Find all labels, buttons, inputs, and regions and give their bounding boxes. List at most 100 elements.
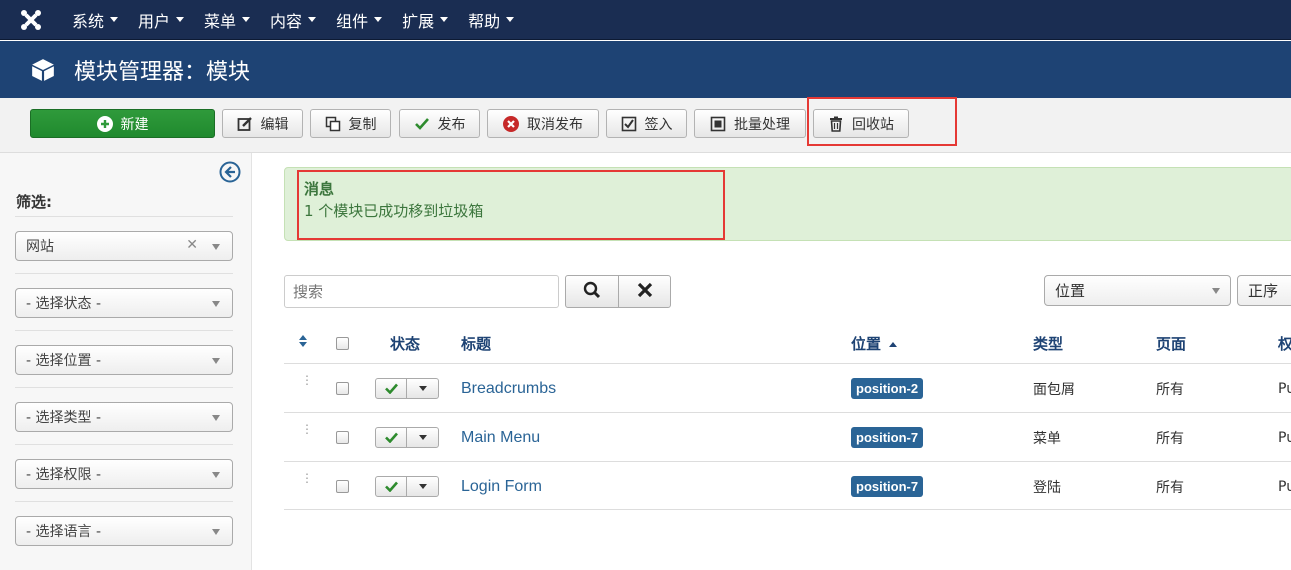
- column-header-pages[interactable]: 页面: [1156, 333, 1186, 354]
- caret-down-icon: [418, 435, 427, 440]
- nav-menu-content[interactable]: 内容: [260, 0, 326, 40]
- edit-icon: [237, 116, 253, 132]
- filter-state-value: - 选择状态 -: [26, 296, 102, 312]
- copy-button[interactable]: 复制: [310, 109, 391, 138]
- edit-button[interactable]: 编辑: [222, 109, 303, 138]
- position-cell: position-7: [851, 462, 924, 511]
- access-cell: Pu: [1278, 380, 1291, 397]
- nav-menu-users[interactable]: 用户: [128, 0, 194, 40]
- row-checkbox-cell: [336, 364, 349, 413]
- module-title-link[interactable]: Main Menu: [461, 429, 540, 447]
- column-header-type[interactable]: 类型: [1033, 333, 1063, 354]
- filter-type-select[interactable]: - 选择类型 -: [15, 402, 233, 432]
- status-dropdown-toggle[interactable]: [407, 428, 438, 447]
- filter-position-select[interactable]: - 选择位置 -: [15, 345, 233, 375]
- status-dropdown-toggle[interactable]: [407, 379, 438, 398]
- column-header-status[interactable]: 状态: [390, 333, 420, 354]
- nav-menu-label: 组件: [336, 11, 369, 31]
- sort-direction-select[interactable]: 正序: [1237, 275, 1291, 306]
- chevron-down-icon: [212, 415, 220, 421]
- publish-button[interactable]: 发布: [399, 109, 480, 138]
- trash-icon: [828, 116, 844, 132]
- page-title: 模块管理器：模块: [74, 59, 251, 85]
- unpublish-button[interactable]: 取消发布: [487, 109, 599, 138]
- status-cell: [375, 364, 439, 413]
- checkin-button[interactable]: 签入: [606, 109, 687, 138]
- filter-state-select[interactable]: - 选择状态 -: [15, 288, 233, 318]
- row-checkbox[interactable]: [336, 382, 349, 395]
- close-icon: [637, 282, 653, 302]
- copy-icon: [325, 116, 341, 132]
- check-icon: [414, 116, 430, 132]
- divider: [15, 273, 233, 274]
- caret-down-icon: [418, 484, 427, 489]
- title-cell: Main Menu: [461, 413, 540, 462]
- drag-handle-icon[interactable]: ⋮: [301, 423, 313, 435]
- caret-down-icon: [506, 17, 515, 22]
- nav-menu-label: 内容: [270, 11, 303, 31]
- row-checkbox-cell: [336, 413, 349, 462]
- caret-down-icon: [440, 17, 449, 22]
- collapse-sidebar-icon[interactable]: [219, 161, 241, 183]
- trash-button[interactable]: 回收站: [813, 109, 909, 138]
- column-header-title[interactable]: 标题: [461, 333, 491, 354]
- type-cell: 面包屑: [1033, 381, 1075, 398]
- select-all-checkbox[interactable]: [336, 337, 349, 350]
- column-header-position[interactable]: 位置: [851, 333, 898, 354]
- batch-button[interactable]: 批量处理: [694, 109, 806, 138]
- joomla-logo-icon[interactable]: [0, 0, 62, 40]
- sort-direction-value: 正序: [1248, 282, 1279, 300]
- drag-handle-icon[interactable]: ⋮: [301, 472, 313, 484]
- search-icon: [583, 281, 601, 303]
- pages-cell: 所有: [1156, 479, 1184, 496]
- status-toggle[interactable]: [375, 476, 439, 497]
- nav-menu-label: 帮助: [468, 11, 501, 31]
- status-toggle[interactable]: [375, 378, 439, 399]
- table-row: ⋮ Main Menu position-7 菜单 所有 Pu: [284, 412, 1291, 461]
- clear-icon[interactable]: ✕: [186, 237, 198, 253]
- row-checkbox[interactable]: [336, 431, 349, 444]
- column-header-access[interactable]: 权: [1278, 333, 1291, 354]
- new-button[interactable]: 新建: [30, 109, 215, 138]
- filter-position-value: - 选择位置 -: [26, 353, 102, 369]
- caret-down-icon: [374, 17, 383, 22]
- filter-language-select[interactable]: - 选择语言 -: [15, 516, 233, 546]
- filter-type-value: - 选择类型 -: [26, 410, 102, 426]
- nav-menu-menus[interactable]: 菜单: [194, 0, 260, 40]
- search-button[interactable]: [565, 275, 619, 308]
- nav-menu-components[interactable]: 组件: [326, 0, 392, 40]
- nav-menu-help[interactable]: 帮助: [458, 0, 524, 40]
- caret-down-icon: [110, 17, 119, 22]
- type-cell: 菜单: [1033, 430, 1061, 447]
- position-badge: position-2: [851, 378, 924, 399]
- module-title-link[interactable]: Breadcrumbs: [461, 380, 556, 398]
- published-check-icon[interactable]: [376, 477, 407, 496]
- published-check-icon[interactable]: [376, 379, 407, 398]
- status-toggle[interactable]: [375, 427, 439, 448]
- filter-access-value: - 选择权限 -: [26, 467, 102, 483]
- clear-search-button[interactable]: [618, 275, 671, 308]
- sort-field-select[interactable]: 位置: [1044, 275, 1231, 306]
- module-title-link[interactable]: Login Form: [461, 478, 542, 496]
- published-check-icon[interactable]: [376, 428, 407, 447]
- trash-button-label: 回收站: [852, 116, 894, 133]
- nav-menu-system[interactable]: 系统: [62, 0, 128, 40]
- title-cell: Breadcrumbs: [461, 364, 556, 413]
- new-button-label: 新建: [120, 116, 149, 133]
- nav-menu-label: 系统: [72, 11, 105, 31]
- search-input[interactable]: [284, 275, 559, 308]
- nav-menu-extensions[interactable]: 扩展: [392, 0, 458, 40]
- caret-down-icon: [242, 17, 251, 22]
- ordering-sort-icon[interactable]: [297, 334, 309, 352]
- status-dropdown-toggle[interactable]: [407, 477, 438, 496]
- filter-access-select[interactable]: - 选择权限 -: [15, 459, 233, 489]
- chevron-down-icon: [212, 244, 220, 250]
- page-header: 模块管理器：模块: [0, 41, 1291, 98]
- drag-handle-icon[interactable]: ⋮: [301, 374, 313, 386]
- filter-site-select[interactable]: 网站 ✕: [15, 231, 233, 261]
- nav-menu-label: 扩展: [402, 11, 435, 31]
- position-cell: position-2: [851, 364, 924, 413]
- row-checkbox[interactable]: [336, 480, 349, 493]
- caret-down-icon: [308, 17, 317, 22]
- row-checkbox-cell: [336, 462, 349, 511]
